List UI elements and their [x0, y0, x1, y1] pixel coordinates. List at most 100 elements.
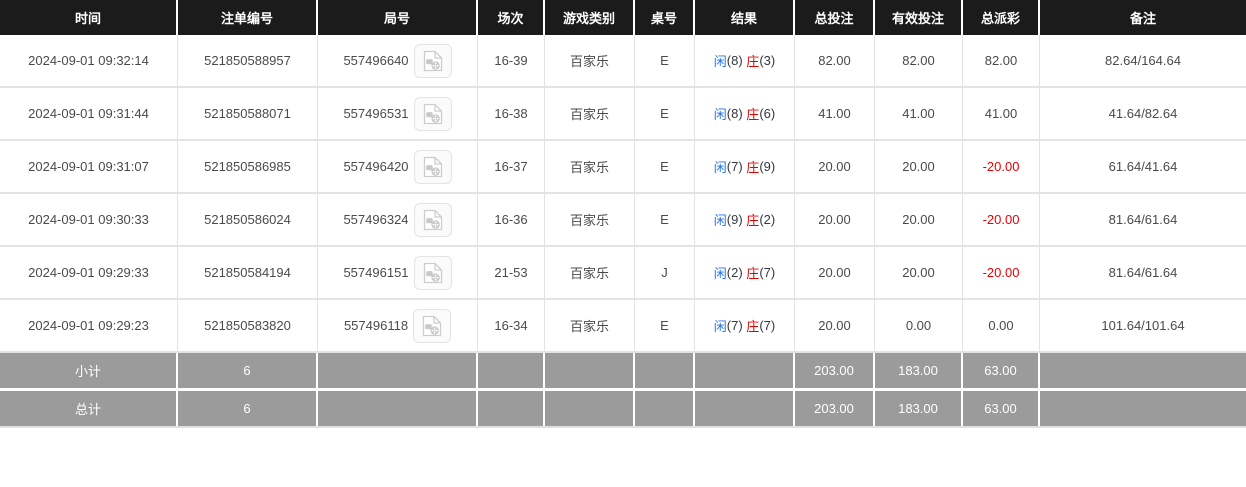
- valid-bet-cell: 20.00: [875, 194, 963, 245]
- table-body: 2024-09-01 09:32:14 521850588957 5574966…: [0, 35, 1246, 353]
- total-payout-cell: -20.00: [963, 247, 1040, 298]
- col-header-bet-id: 注单编号: [178, 0, 318, 35]
- table-no-cell: E: [635, 35, 695, 86]
- grand-total-empty-cell: [318, 391, 478, 426]
- session-cell: 21-53: [478, 247, 545, 298]
- subtotal-empty-cell: [318, 353, 478, 388]
- banker-result-label: 庄: [746, 104, 759, 123]
- subtotal-total-bet: 203.00: [795, 353, 875, 388]
- grand-total-row: 总计 6 203.00 183.00 63.00: [0, 391, 1246, 428]
- bet-id-cell: 521850588071: [178, 88, 318, 139]
- video-replay-button[interactable]: [414, 256, 452, 290]
- round-cell: 557496531: [318, 88, 478, 139]
- col-header-table-no: 桌号: [635, 0, 695, 35]
- remark-cell: 41.64/82.64: [1040, 88, 1246, 139]
- banker-result-score: (6): [759, 106, 775, 121]
- video-replay-button[interactable]: [414, 203, 452, 237]
- player-result-score: (2): [727, 265, 747, 280]
- total-bet-link[interactable]: 20.00: [795, 194, 875, 245]
- grand-total-empty-cell: [478, 391, 545, 426]
- time-cell: 2024-09-01 09:31:44: [0, 88, 178, 139]
- player-result-label: 闲: [714, 210, 727, 229]
- remark-cell: 82.64/164.64: [1040, 35, 1246, 86]
- total-bet-link[interactable]: 82.00: [795, 35, 875, 86]
- video-file-icon: [422, 315, 442, 337]
- bet-id-cell: 521850586024: [178, 194, 318, 245]
- table-no-cell: E: [635, 141, 695, 192]
- valid-bet-cell: 0.00: [875, 300, 963, 351]
- col-header-remark: 备注: [1040, 0, 1246, 35]
- result-cell: 闲(2) 庄(7): [695, 247, 795, 298]
- video-file-icon: [423, 209, 443, 231]
- subtotal-empty-cell: [545, 353, 635, 388]
- bet-records-page: 时间 注单编号 局号 场次 游戏类别 桌号 结果 总投注 有效投注 总派彩 备注…: [0, 0, 1246, 487]
- subtotal-empty-cell: [695, 353, 795, 388]
- banker-result-label: 庄: [746, 316, 759, 335]
- valid-bet-cell: 41.00: [875, 88, 963, 139]
- time-cell: 2024-09-01 09:29:23: [0, 300, 178, 351]
- col-header-result: 结果: [695, 0, 795, 35]
- table-row: 2024-09-01 09:29:33 521850584194 5574961…: [0, 247, 1246, 300]
- video-replay-button[interactable]: [413, 309, 451, 343]
- round-number: 557496531: [343, 106, 408, 121]
- player-result-label: 闲: [714, 316, 727, 335]
- grand-total-empty-cell: [695, 391, 795, 426]
- time-cell: 2024-09-01 09:32:14: [0, 35, 178, 86]
- remark-cell: 101.64/101.64: [1040, 300, 1246, 351]
- total-payout-cell: -20.00: [963, 141, 1040, 192]
- subtotal-count: 6: [178, 353, 318, 388]
- total-bet-link[interactable]: 20.00: [795, 247, 875, 298]
- game-type-cell: 百家乐: [545, 194, 635, 245]
- banker-result-score: (2): [759, 212, 775, 227]
- session-cell: 16-36: [478, 194, 545, 245]
- table-row: 2024-09-01 09:32:14 521850588957 5574966…: [0, 35, 1246, 88]
- subtotal-row: 小计 6 203.00 183.00 63.00: [0, 353, 1246, 391]
- video-replay-button[interactable]: [414, 44, 452, 78]
- round-cell: 557496118: [318, 300, 478, 351]
- player-result-label: 闲: [714, 51, 727, 70]
- total-bet-link[interactable]: 20.00: [795, 141, 875, 192]
- bet-id-cell: 521850583820: [178, 300, 318, 351]
- banker-result-score: (7): [759, 265, 775, 280]
- col-header-total-payout: 总派彩: [963, 0, 1040, 35]
- banker-result-label: 庄: [746, 51, 759, 70]
- banker-result-score: (9): [759, 159, 775, 174]
- video-file-icon: [423, 156, 443, 178]
- time-cell: 2024-09-01 09:31:07: [0, 141, 178, 192]
- total-bet-link[interactable]: 20.00: [795, 300, 875, 351]
- session-cell: 16-34: [478, 300, 545, 351]
- round-cell: 557496324: [318, 194, 478, 245]
- remark-cell: 61.64/41.64: [1040, 141, 1246, 192]
- total-bet-link[interactable]: 41.00: [795, 88, 875, 139]
- total-payout-cell: 82.00: [963, 35, 1040, 86]
- round-cell: 557496640: [318, 35, 478, 86]
- video-replay-button[interactable]: [414, 97, 452, 131]
- video-replay-button[interactable]: [414, 150, 452, 184]
- player-result-score: (8): [727, 53, 747, 68]
- session-cell: 16-38: [478, 88, 545, 139]
- game-type-cell: 百家乐: [545, 300, 635, 351]
- player-result-score: (9): [727, 212, 747, 227]
- result-cell: 闲(8) 庄(3): [695, 35, 795, 86]
- subtotal-total-payout: 63.00: [963, 353, 1040, 388]
- valid-bet-cell: 20.00: [875, 247, 963, 298]
- result-cell: 闲(7) 庄(7): [695, 300, 795, 351]
- banker-result-label: 庄: [746, 210, 759, 229]
- col-header-round: 局号: [318, 0, 478, 35]
- time-cell: 2024-09-01 09:30:33: [0, 194, 178, 245]
- remark-cell: 81.64/61.64: [1040, 247, 1246, 298]
- table-no-cell: E: [635, 88, 695, 139]
- time-cell: 2024-09-01 09:29:33: [0, 247, 178, 298]
- col-header-session: 场次: [478, 0, 545, 35]
- valid-bet-cell: 82.00: [875, 35, 963, 86]
- session-cell: 16-37: [478, 141, 545, 192]
- player-result-score: (7): [727, 318, 747, 333]
- round-number: 557496151: [343, 265, 408, 280]
- subtotal-empty-cell: [478, 353, 545, 388]
- video-file-icon: [423, 50, 443, 72]
- grand-total-count: 6: [178, 391, 318, 426]
- table-no-cell: E: [635, 300, 695, 351]
- subtotal-empty-cell: [1040, 353, 1246, 388]
- banker-result-score: (3): [759, 53, 775, 68]
- subtotal-valid-bet: 183.00: [875, 353, 963, 388]
